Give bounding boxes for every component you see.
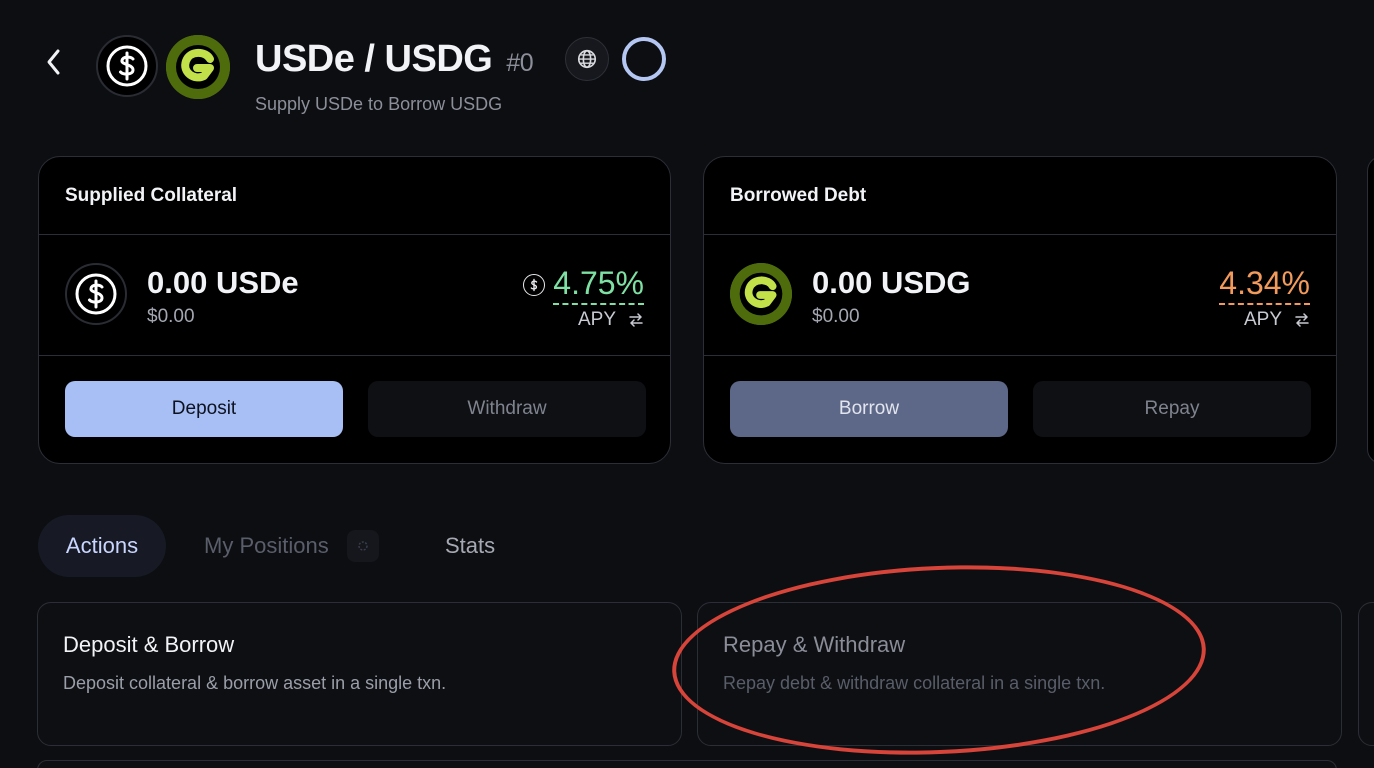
apy-label: APY bbox=[1243, 309, 1282, 330]
action-card-title: Deposit & Borrow bbox=[63, 632, 235, 657]
tab-actions[interactable]: Actions bbox=[38, 515, 166, 577]
chevron-left-icon bbox=[47, 49, 60, 75]
repay-withdraw-card[interactable]: Repay & Withdraw Repay debt & withdraw c… bbox=[697, 602, 1342, 746]
usdg-token-icon bbox=[166, 35, 230, 99]
offscreen-action-card-edge bbox=[1358, 602, 1374, 746]
supply-apy-value: 4.75% bbox=[553, 265, 644, 305]
tab-my-positions[interactable]: My Positions bbox=[204, 515, 379, 577]
tab-stats[interactable]: Stats bbox=[445, 515, 495, 577]
tab-label: My Positions bbox=[204, 533, 329, 558]
card-heading: Borrowed Debt bbox=[704, 157, 1336, 235]
deposit-borrow-card[interactable]: Deposit & Borrow Deposit collateral & bo… bbox=[37, 602, 682, 746]
supply-apy[interactable]: 4.75% APY bbox=[523, 265, 644, 331]
borrowed-usd-value: $0.00 bbox=[812, 306, 860, 327]
positions-badge bbox=[346, 530, 379, 562]
borrowed-amount: 0.00 USDG bbox=[812, 265, 971, 300]
repay-button[interactable]: Repay bbox=[1033, 381, 1311, 437]
website-button[interactable] bbox=[565, 37, 609, 81]
borrowed-debt-card: Borrowed Debt 0.00 USDG $0.00 4.34% APY bbox=[703, 156, 1337, 464]
action-card-title: Repay & Withdraw bbox=[723, 632, 906, 657]
pool-number: #0 bbox=[506, 49, 534, 77]
card-heading: Supplied Collateral bbox=[39, 157, 670, 235]
usde-token-icon bbox=[96, 35, 158, 97]
action-card-description: Repay debt & withdraw collateral in a si… bbox=[723, 673, 1106, 693]
back-button[interactable] bbox=[36, 44, 72, 80]
supplied-usd-value: $0.00 bbox=[147, 306, 195, 327]
pair-name: USDe / USDG bbox=[255, 38, 493, 80]
borrow-button[interactable]: Borrow bbox=[730, 381, 1008, 437]
borrowed-actions: Borrow Repay bbox=[704, 356, 1336, 463]
borrow-apy-value: 4.34% bbox=[1219, 265, 1310, 305]
supplied-collateral-card: Supplied Collateral 0.00 USDe $0.00 4.75… bbox=[38, 156, 671, 464]
swap-arrows-icon bbox=[1295, 313, 1309, 327]
withdraw-button[interactable]: Withdraw bbox=[368, 381, 646, 437]
next-row-card-edge bbox=[37, 760, 1337, 768]
action-card-description: Deposit collateral & borrow asset in a s… bbox=[63, 673, 447, 693]
supplied-amount: 0.00 USDe bbox=[147, 265, 299, 300]
usde-token-icon bbox=[65, 263, 127, 325]
usdg-token-icon bbox=[730, 263, 792, 325]
swap-arrows-icon bbox=[629, 313, 643, 327]
ring-icon[interactable] bbox=[622, 37, 666, 81]
supplied-actions: Deposit Withdraw bbox=[39, 356, 670, 463]
page: USDe / USDG #0 Supply USDe to Borrow USD… bbox=[0, 0, 1374, 768]
globe-icon bbox=[577, 49, 597, 69]
offscreen-card-edge bbox=[1367, 156, 1374, 464]
supplied-balance-row: 0.00 USDe $0.00 4.75% APY bbox=[39, 235, 670, 356]
page-subtitle: Supply USDe to Borrow USDG bbox=[255, 94, 503, 114]
deposit-button[interactable]: Deposit bbox=[65, 381, 343, 437]
usde-mini-icon bbox=[523, 274, 546, 296]
apy-label: APY bbox=[577, 309, 616, 330]
borrow-apy[interactable]: 4.34% APY bbox=[1219, 265, 1310, 331]
spinner-icon bbox=[357, 541, 368, 551]
borrowed-balance-row: 0.00 USDG $0.00 4.34% APY bbox=[704, 235, 1336, 356]
page-title: USDe / USDG #0 bbox=[255, 38, 534, 81]
